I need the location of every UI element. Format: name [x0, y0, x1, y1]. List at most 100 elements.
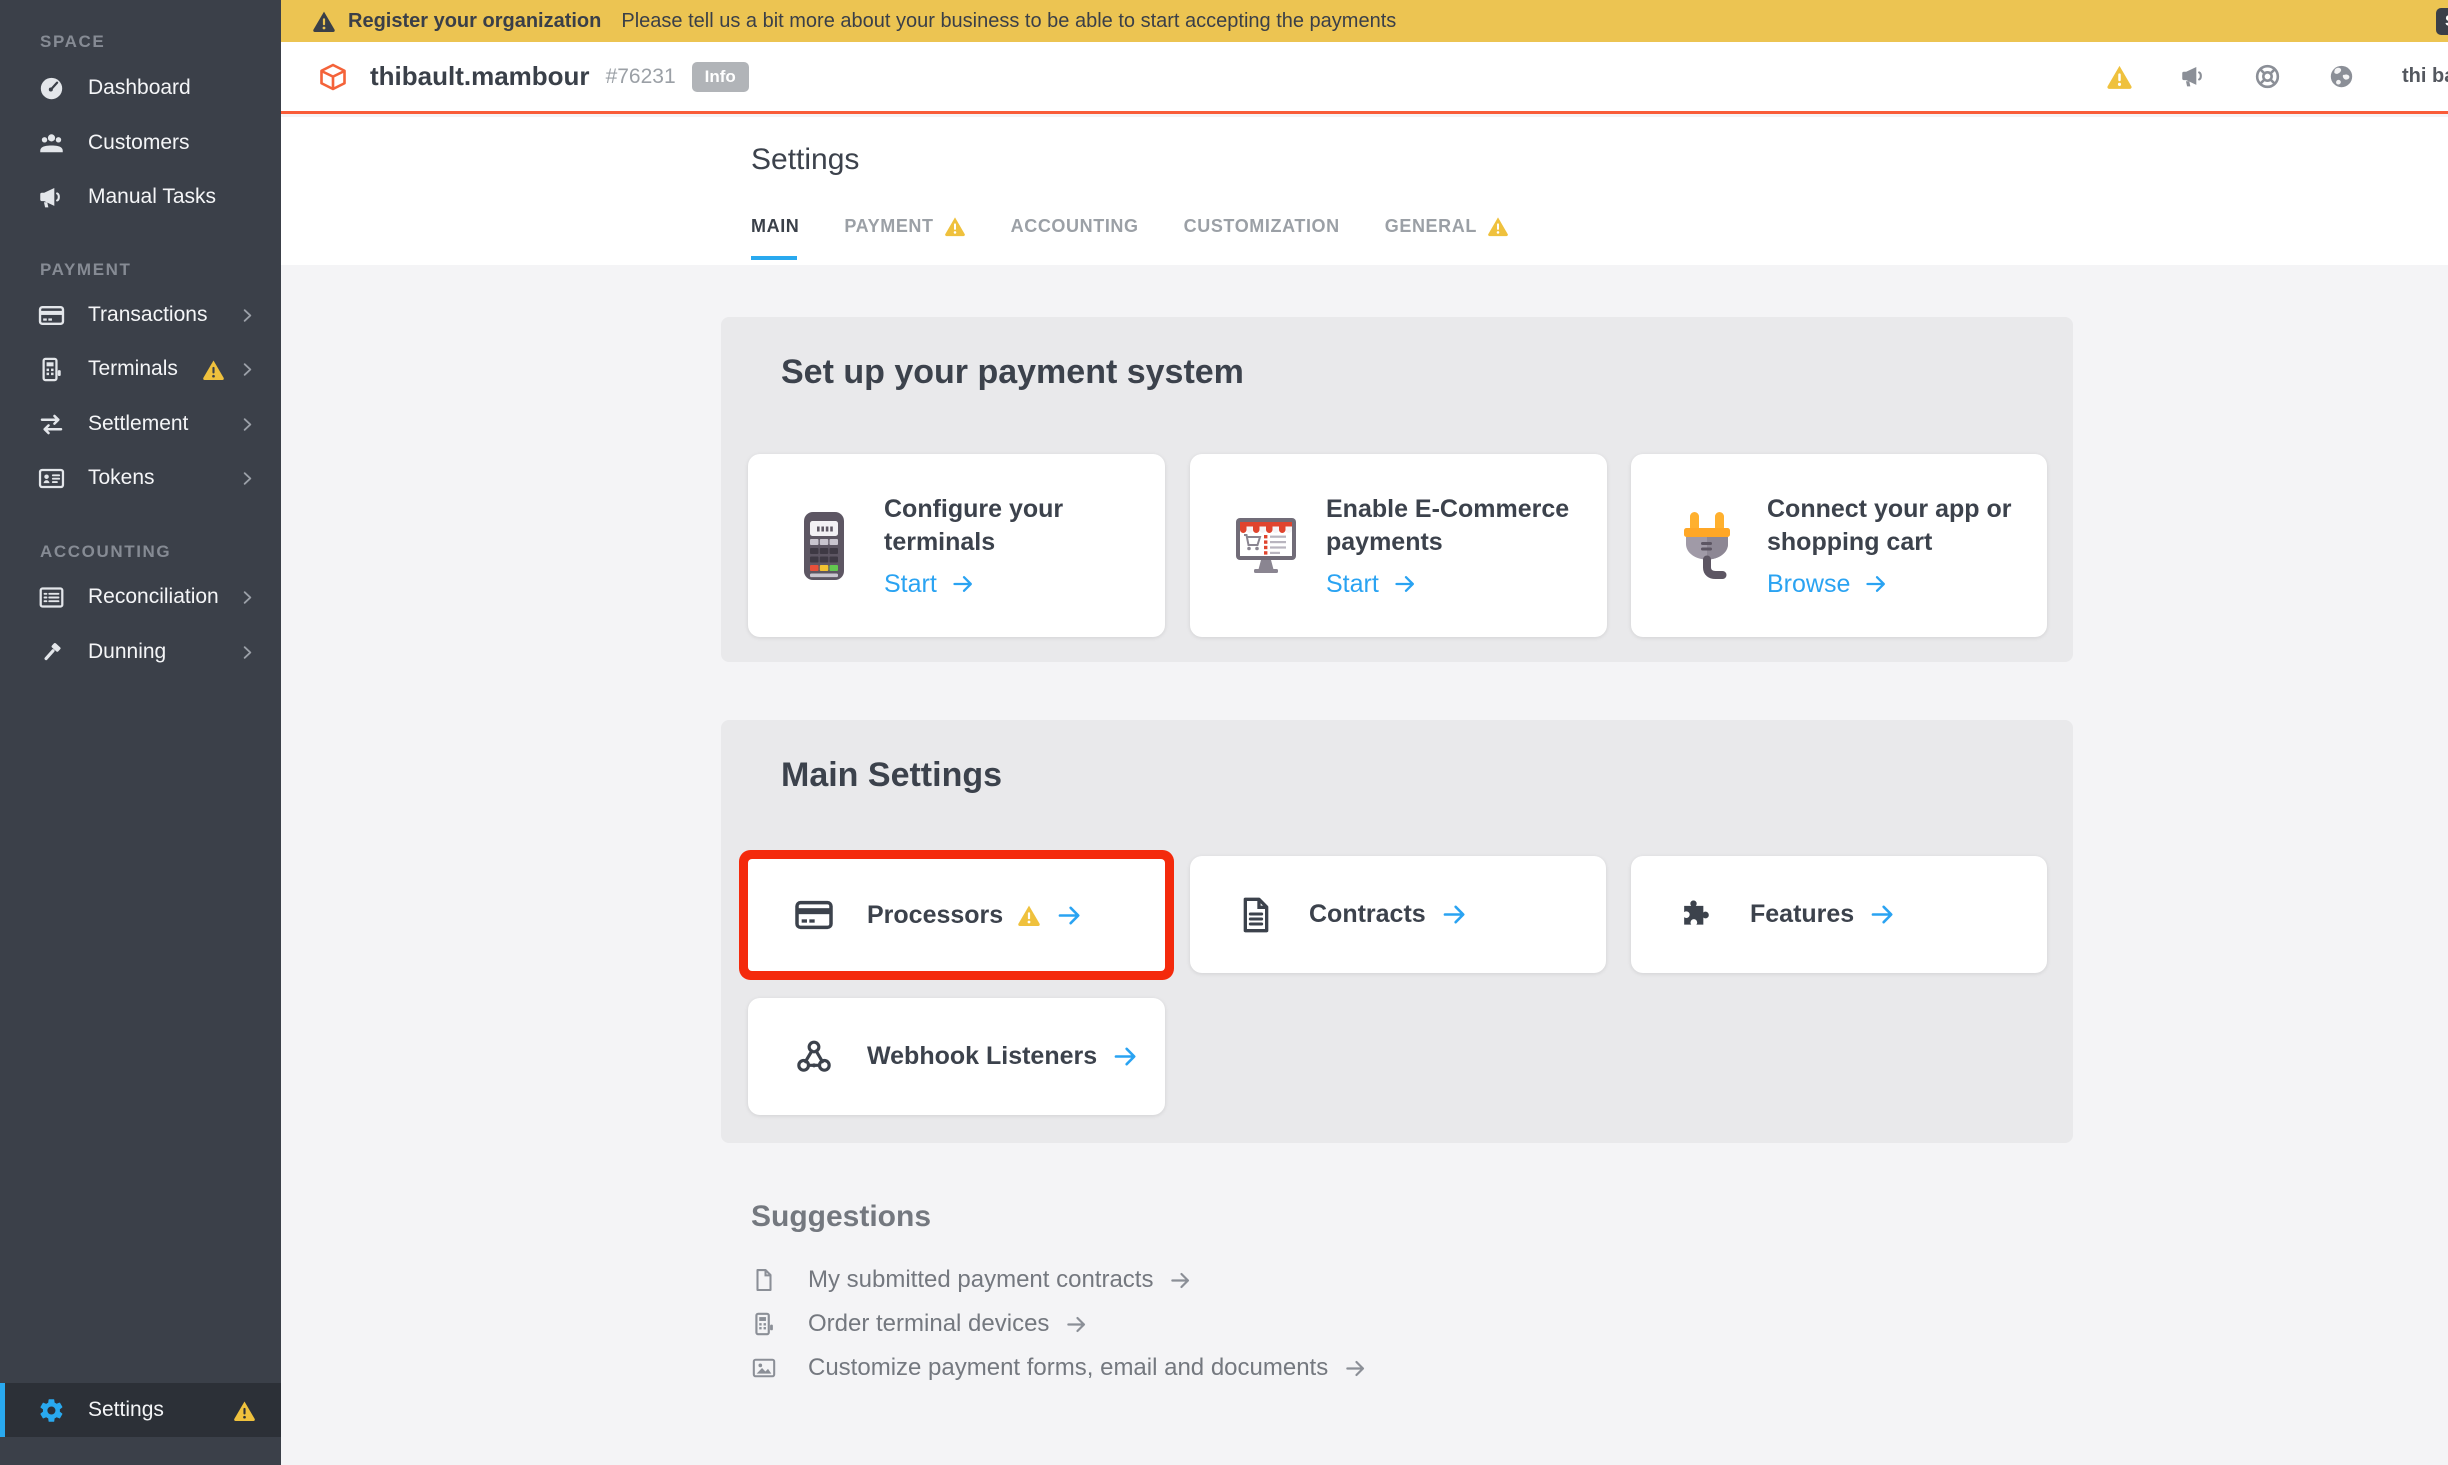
arrow-right-icon	[1112, 1043, 1139, 1070]
arrow-right-icon	[1393, 572, 1417, 596]
warning-icon	[1487, 215, 1509, 237]
setup-card-title: Enable E-Commerce payments	[1326, 493, 1607, 559]
file-icon	[751, 1267, 777, 1293]
info-badge[interactable]: Info	[692, 62, 749, 92]
terminal-icon	[38, 356, 65, 383]
credit-card-icon	[38, 302, 65, 329]
sidebar-item-settlement[interactable]: Settlement	[0, 397, 281, 451]
sidebar-item-tokens[interactable]: Tokens	[0, 451, 281, 505]
plug-icon	[1673, 510, 1741, 582]
merchant-name: thibault.mambour	[370, 61, 590, 92]
tab-general[interactable]: GENERAL	[1385, 215, 1509, 237]
warning-icon	[1017, 903, 1041, 927]
suggestion-customize-forms[interactable]: Customize payment forms, email and docum…	[751, 1346, 1367, 1390]
id-card-icon	[38, 465, 65, 492]
app-root: Register your organization Please tell u…	[0, 0, 2448, 1465]
credit-card-icon	[794, 895, 834, 935]
sidebar-item-terminals[interactable]: Terminals	[0, 342, 281, 396]
puzzle-icon	[1677, 895, 1717, 935]
chevron-right-icon	[239, 644, 256, 661]
contract-document-icon	[1236, 895, 1276, 935]
page-head: Settings MAIN PAYMENT ACCOUNTING CUSTOMI…	[281, 117, 2448, 265]
terminal-icon	[751, 1311, 777, 1337]
arrow-right-icon	[1065, 1313, 1088, 1336]
ecommerce-monitor-icon	[1232, 510, 1300, 582]
processors-card[interactable]: Processors	[748, 859, 1165, 971]
sidebar-section-space: SPACE	[40, 32, 105, 52]
sidebar-item-manual-tasks[interactable]: Manual Tasks	[0, 170, 281, 224]
sidebar: SPACE Dashboard Customers Manual Tasks P…	[0, 0, 281, 1465]
suggestions-section: Suggestions My submitted payment contrac…	[751, 1200, 1367, 1390]
banner-action-button[interactable]: S	[2436, 8, 2448, 35]
cube-logo-icon	[318, 62, 348, 92]
arrow-right-icon	[1344, 1357, 1367, 1380]
tab-payment[interactable]: PAYMENT	[844, 215, 965, 237]
main-settings-title: Main Settings	[781, 756, 1002, 795]
suggestion-submitted-contracts[interactable]: My submitted payment contracts	[751, 1258, 1367, 1302]
customers-icon	[38, 130, 65, 157]
chevron-right-icon	[239, 470, 256, 487]
support-icon[interactable]	[2254, 63, 2281, 90]
account-menu-truncated[interactable]: thi ba	[2402, 65, 2448, 88]
sidebar-item-reconciliation[interactable]: Reconciliation	[0, 570, 281, 624]
arrow-right-icon	[1864, 572, 1888, 596]
setup-payment-panel: Set up your payment system Con	[721, 317, 2073, 662]
chevron-right-icon	[239, 416, 256, 433]
warning-icon[interactable]	[2106, 63, 2133, 90]
dashboard-icon	[38, 75, 65, 102]
warning-icon	[233, 1399, 256, 1422]
setup-card-ecommerce[interactable]: Enable E-Commerce payments Start	[1190, 454, 1607, 637]
setup-card-configure-terminals[interactable]: Configure your terminals Start	[748, 454, 1165, 637]
header-actions: thi ba	[2106, 42, 2448, 111]
banner-title: Register your organization	[348, 10, 601, 33]
image-icon	[751, 1355, 777, 1381]
gear-icon	[38, 1397, 65, 1424]
warning-icon	[944, 215, 966, 237]
sidebar-item-dunning[interactable]: Dunning	[0, 625, 281, 679]
sidebar-item-settings[interactable]: Settings	[0, 1383, 281, 1437]
setup-card-title: Configure your terminals	[884, 493, 1165, 559]
setup-card-connect-app[interactable]: Connect your app or shopping cart Browse	[1631, 454, 2047, 637]
contracts-card[interactable]: Contracts	[1190, 856, 1606, 973]
warning-icon	[202, 358, 225, 381]
megaphone-icon	[38, 184, 65, 211]
transfer-arrows-icon	[38, 411, 65, 438]
gavel-icon	[38, 639, 65, 666]
main-settings-panel: Main Settings Processors Contracts Featu…	[721, 720, 2073, 1143]
sidebar-section-accounting: ACCOUNTING	[40, 542, 171, 562]
arrow-right-icon	[1441, 901, 1468, 928]
warning-icon	[312, 9, 336, 33]
main-content: Settings MAIN PAYMENT ACCOUNTING CUSTOMI…	[281, 117, 2448, 1465]
language-globe-icon[interactable]	[2328, 63, 2355, 90]
tab-main[interactable]: MAIN	[751, 216, 799, 237]
tab-accounting[interactable]: ACCOUNTING	[1011, 216, 1139, 237]
payment-terminal-icon	[790, 510, 858, 582]
arrow-right-icon	[1056, 902, 1083, 929]
features-card[interactable]: Features	[1631, 856, 2047, 973]
arrow-right-icon	[951, 572, 975, 596]
banner-message: Please tell us a bit more about your bus…	[621, 10, 1396, 33]
chevron-right-icon	[239, 361, 256, 378]
setup-card-title: Connect your app or shopping cart	[1767, 493, 2047, 559]
active-tab-underline	[751, 256, 797, 260]
register-organization-banner: Register your organization Please tell u…	[281, 0, 2448, 42]
suggestions-title: Suggestions	[751, 1200, 1367, 1234]
announcements-icon[interactable]	[2180, 63, 2207, 90]
sidebar-item-transactions[interactable]: Transactions	[0, 288, 281, 342]
start-link[interactable]: Start	[884, 570, 1165, 599]
start-link[interactable]: Start	[1326, 570, 1607, 599]
chevron-right-icon	[239, 307, 256, 324]
suggestion-order-terminals[interactable]: Order terminal devices	[751, 1302, 1367, 1346]
browse-link[interactable]: Browse	[1767, 570, 2047, 599]
tab-customization[interactable]: CUSTOMIZATION	[1184, 216, 1340, 237]
sidebar-item-dashboard[interactable]: Dashboard	[0, 61, 281, 115]
webhook-listeners-card[interactable]: Webhook Listeners	[748, 998, 1165, 1115]
sidebar-section-payment: PAYMENT	[40, 260, 132, 280]
chevron-right-icon	[239, 589, 256, 606]
arrow-right-icon	[1869, 901, 1896, 928]
list-icon	[38, 584, 65, 611]
webhook-icon	[794, 1037, 834, 1077]
sidebar-item-customers[interactable]: Customers	[0, 116, 281, 170]
settings-tabs: MAIN PAYMENT ACCOUNTING CUSTOMIZATION GE…	[751, 215, 1554, 237]
page-title: Settings	[751, 143, 859, 177]
